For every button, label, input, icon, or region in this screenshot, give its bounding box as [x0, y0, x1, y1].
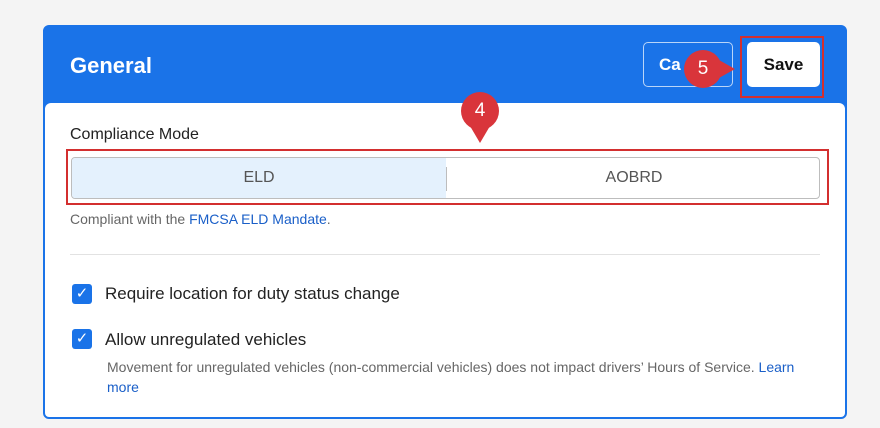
section-divider — [70, 254, 820, 255]
allow-unregulated-label: Allow unregulated vehicles — [105, 330, 307, 349]
require-location-label: Require location for duty status change — [105, 284, 400, 303]
checkmark-icon: ✓ — [75, 330, 89, 347]
unregulated-description: Movement for unregulated vehicles (non-c… — [107, 357, 797, 397]
compliance-mode-toggle: ELD AOBRD — [71, 157, 820, 199]
step-4-marker: 4 — [461, 92, 499, 143]
compliance-option-eld[interactable]: ELD — [72, 158, 446, 198]
compliance-mode-label: Compliance Mode — [70, 126, 199, 143]
unregulated-description-text: Movement for unregulated vehicles (non-c… — [107, 359, 755, 375]
step-5-marker: 5 — [684, 50, 735, 88]
save-button[interactable]: Save — [747, 42, 820, 87]
fmcsa-mandate-link[interactable]: FMCSA ELD Mandate — [189, 211, 327, 227]
panel-title: General — [70, 53, 152, 78]
compliance-option-aobrd[interactable]: AOBRD — [447, 158, 819, 198]
helper-suffix: . — [326, 211, 331, 227]
checkmark-icon: ✓ — [75, 285, 89, 302]
require-location-checkbox[interactable]: ✓ — [72, 284, 92, 304]
compliance-helper-text: Compliant with the FMCSA ELD Mandate. — [70, 211, 331, 227]
helper-prefix: Compliant with the — [70, 211, 190, 227]
allow-unregulated-checkbox[interactable]: ✓ — [72, 329, 92, 349]
